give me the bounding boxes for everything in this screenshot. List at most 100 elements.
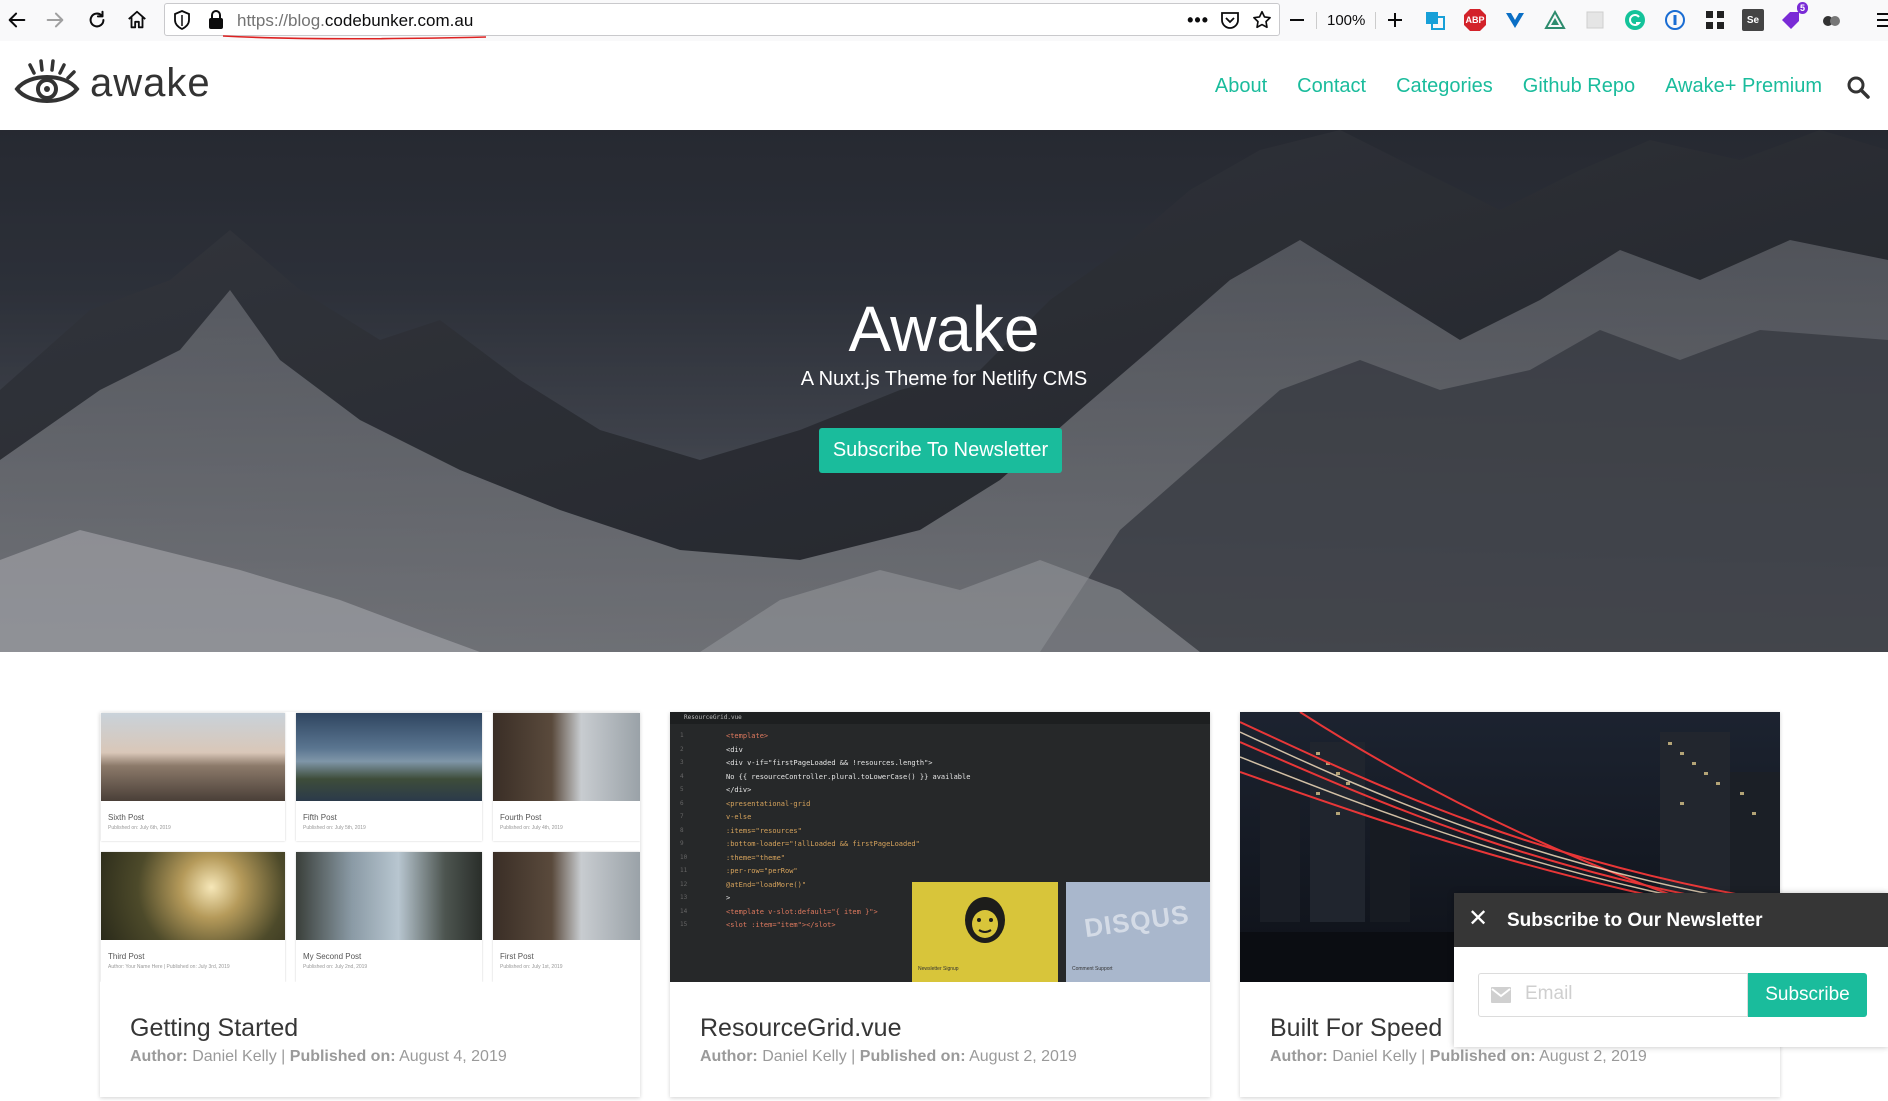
published-label: Published on:	[859, 1048, 966, 1065]
code-line: <template v-slot:default="{ item }">	[726, 907, 878, 916]
pocket-icon[interactable]	[1219, 9, 1241, 31]
code-line: :per-row="perRow"	[726, 867, 798, 875]
home-icon	[128, 10, 146, 29]
post-meta: Author: Daniel Kelly | Published on: Aug…	[700, 1048, 1077, 1066]
url-bar[interactable]: https://blog.codebunker.com.au •••	[164, 3, 1280, 36]
thumb-meta: Published on: July 1st, 2019	[500, 964, 563, 970]
thumb-image	[101, 713, 285, 801]
back-arrow-icon	[8, 12, 26, 28]
newsletter-tile-label: Newsletter Signup	[918, 966, 959, 972]
nav-link-categories[interactable]: Categories	[1396, 75, 1493, 98]
meta-separator: |	[281, 1048, 286, 1065]
disqus-logo: DISQUS	[1082, 898, 1192, 944]
forward-button[interactable]	[40, 5, 70, 35]
tracking-shield-icon[interactable]	[173, 10, 191, 30]
nav-link-github-repo[interactable]: Github Repo	[1523, 75, 1635, 98]
zoom-out-icon[interactable]	[1288, 11, 1306, 29]
selenium-ide-icon[interactable]: Se	[1742, 9, 1764, 31]
tag-extension-icon[interactable]: 5	[1778, 2, 1808, 33]
url-underline-annotation	[222, 35, 487, 40]
post-card-getting-started[interactable]: Sixth Post Published on: July 6th, 2019 …	[100, 712, 640, 1097]
author-label: Author:	[700, 1048, 758, 1065]
code-line-number: 4	[680, 772, 684, 780]
code-line: <template>	[726, 732, 769, 740]
post-card-image[interactable]: Sixth Post Published on: July 6th, 2019 …	[100, 712, 640, 982]
subscribe-newsletter-button[interactable]: Subscribe To Newsletter	[819, 428, 1062, 473]
code-line: :theme="theme"	[726, 853, 786, 862]
thumb-meta: Published on: July 5th, 2019	[303, 825, 366, 831]
subscribe-button[interactable]: Subscribe	[1748, 973, 1867, 1017]
code-line: :bottom-loader="!allLoaded && firstPageL…	[726, 840, 920, 848]
grammarly-icon[interactable]	[1622, 7, 1648, 33]
search-button[interactable]	[1846, 75, 1870, 99]
page-actions-icon[interactable]: •••	[1187, 10, 1209, 31]
reload-icon	[89, 10, 105, 28]
code-line: <slot :item="item"></slot>	[726, 921, 836, 929]
browser-toolbar: https://blog.codebunker.com.au ••• 100% …	[0, 0, 1888, 42]
adblock-plus-icon[interactable]: ABP	[1462, 7, 1488, 33]
thumb-image	[296, 852, 482, 940]
hamburger-menu-icon	[1877, 13, 1888, 27]
code-line: v-else	[726, 813, 752, 821]
thumb-title: My Second Post	[303, 952, 362, 961]
post-card-image[interactable]: ResourceGrid.vue 1 <template> 2 <div 3 <div…	[670, 712, 1210, 982]
code-line: </div>	[726, 786, 752, 794]
code-line: @atEnd="loadMore()"	[726, 880, 807, 889]
published-label: Published on:	[289, 1048, 396, 1065]
url-text[interactable]: https://blog.codebunker.com.au	[237, 11, 473, 31]
back-button[interactable]	[2, 5, 32, 35]
code-line-number: 8	[680, 826, 684, 834]
code-line: <div	[726, 745, 743, 754]
thumb-fourth-post: Fourth Post Published on: July 4th, 2019	[493, 713, 640, 841]
nuxt-icon[interactable]	[1542, 7, 1568, 33]
blank-extension-icon[interactable]	[1582, 7, 1608, 33]
mountain-background	[0, 130, 1888, 652]
browser-menu-button[interactable]	[1876, 10, 1888, 30]
post-card-resourcegrid[interactable]: ResourceGrid.vue 1 <template> 2 <div 3 <div…	[670, 712, 1210, 1097]
envelope-icon	[1491, 987, 1511, 1003]
password-manager-icon[interactable]	[1662, 7, 1688, 33]
thumb-fifth-post: Fifth Post Published on: July 5th, 2019	[296, 713, 482, 841]
bookmark-star-icon[interactable]	[1251, 9, 1273, 31]
site-logo[interactable]: awake	[14, 59, 211, 107]
code-line-number: 6	[680, 799, 684, 807]
adblock-plus-label: ABP	[1465, 15, 1485, 25]
code-line-number: 7	[680, 813, 684, 820]
code-editor-screenshot: ResourceGrid.vue 1 <template> 2 <div 3 <div…	[670, 712, 1210, 982]
email-input[interactable]	[1523, 982, 1737, 1006]
code-line-number: 10	[680, 853, 688, 861]
close-icon[interactable]: ✕	[1468, 907, 1488, 931]
screenshot-ext-icon[interactable]	[1422, 7, 1448, 33]
reload-button[interactable]	[82, 5, 112, 35]
thumb-image	[493, 713, 640, 801]
apps-grid-icon[interactable]	[1702, 7, 1728, 33]
mailchimp-logo-icon	[965, 897, 1005, 943]
forward-arrow-icon	[46, 12, 64, 28]
author-label: Author:	[130, 1048, 188, 1065]
comment-tile: DISQUS Comment Support	[1066, 882, 1210, 982]
vue-devtools-icon[interactable]	[1502, 7, 1528, 33]
lock-icon[interactable]	[208, 10, 224, 30]
code-line-number: 11	[680, 867, 688, 874]
zoom-in-icon[interactable]	[1386, 11, 1404, 29]
nav-link-awake-premium[interactable]: Awake+ Premium	[1665, 75, 1822, 98]
hero-subtitle: A Nuxt.js Theme for Netlify CMS	[800, 368, 1088, 390]
thumb-my-second-post: My Second Post Published on: July 2nd, 2…	[296, 852, 482, 982]
published-date: August 2, 2019	[969, 1048, 1077, 1065]
home-button[interactable]	[122, 5, 152, 35]
nav-link-about[interactable]: About	[1215, 75, 1267, 98]
thumb-title: Fourth Post	[500, 813, 542, 822]
thumb-meta: Published on: July 6th, 2019	[108, 825, 171, 831]
code-line: No {{ resourceController.plural.toLowerC…	[726, 772, 971, 781]
newsletter-popup: ✕ Subscribe to Our Newsletter Subscribe	[1454, 893, 1888, 1047]
zoom-level[interactable]: 100%	[1316, 11, 1377, 29]
email-field[interactable]	[1478, 973, 1748, 1017]
nav-link-contact[interactable]: Contact	[1297, 75, 1366, 98]
post-title[interactable]: ResourceGrid.vue	[700, 1014, 901, 1043]
thumb-title: First Post	[500, 952, 534, 961]
incognito-ext-icon[interactable]	[1818, 7, 1844, 33]
post-title[interactable]: Built For Speed	[1270, 1014, 1442, 1043]
main-nav: About Contact Categories Github Repo Awa…	[1215, 75, 1822, 98]
url-domain: codebunker.com.au	[324, 11, 474, 30]
post-title[interactable]: Getting Started	[130, 1014, 298, 1043]
